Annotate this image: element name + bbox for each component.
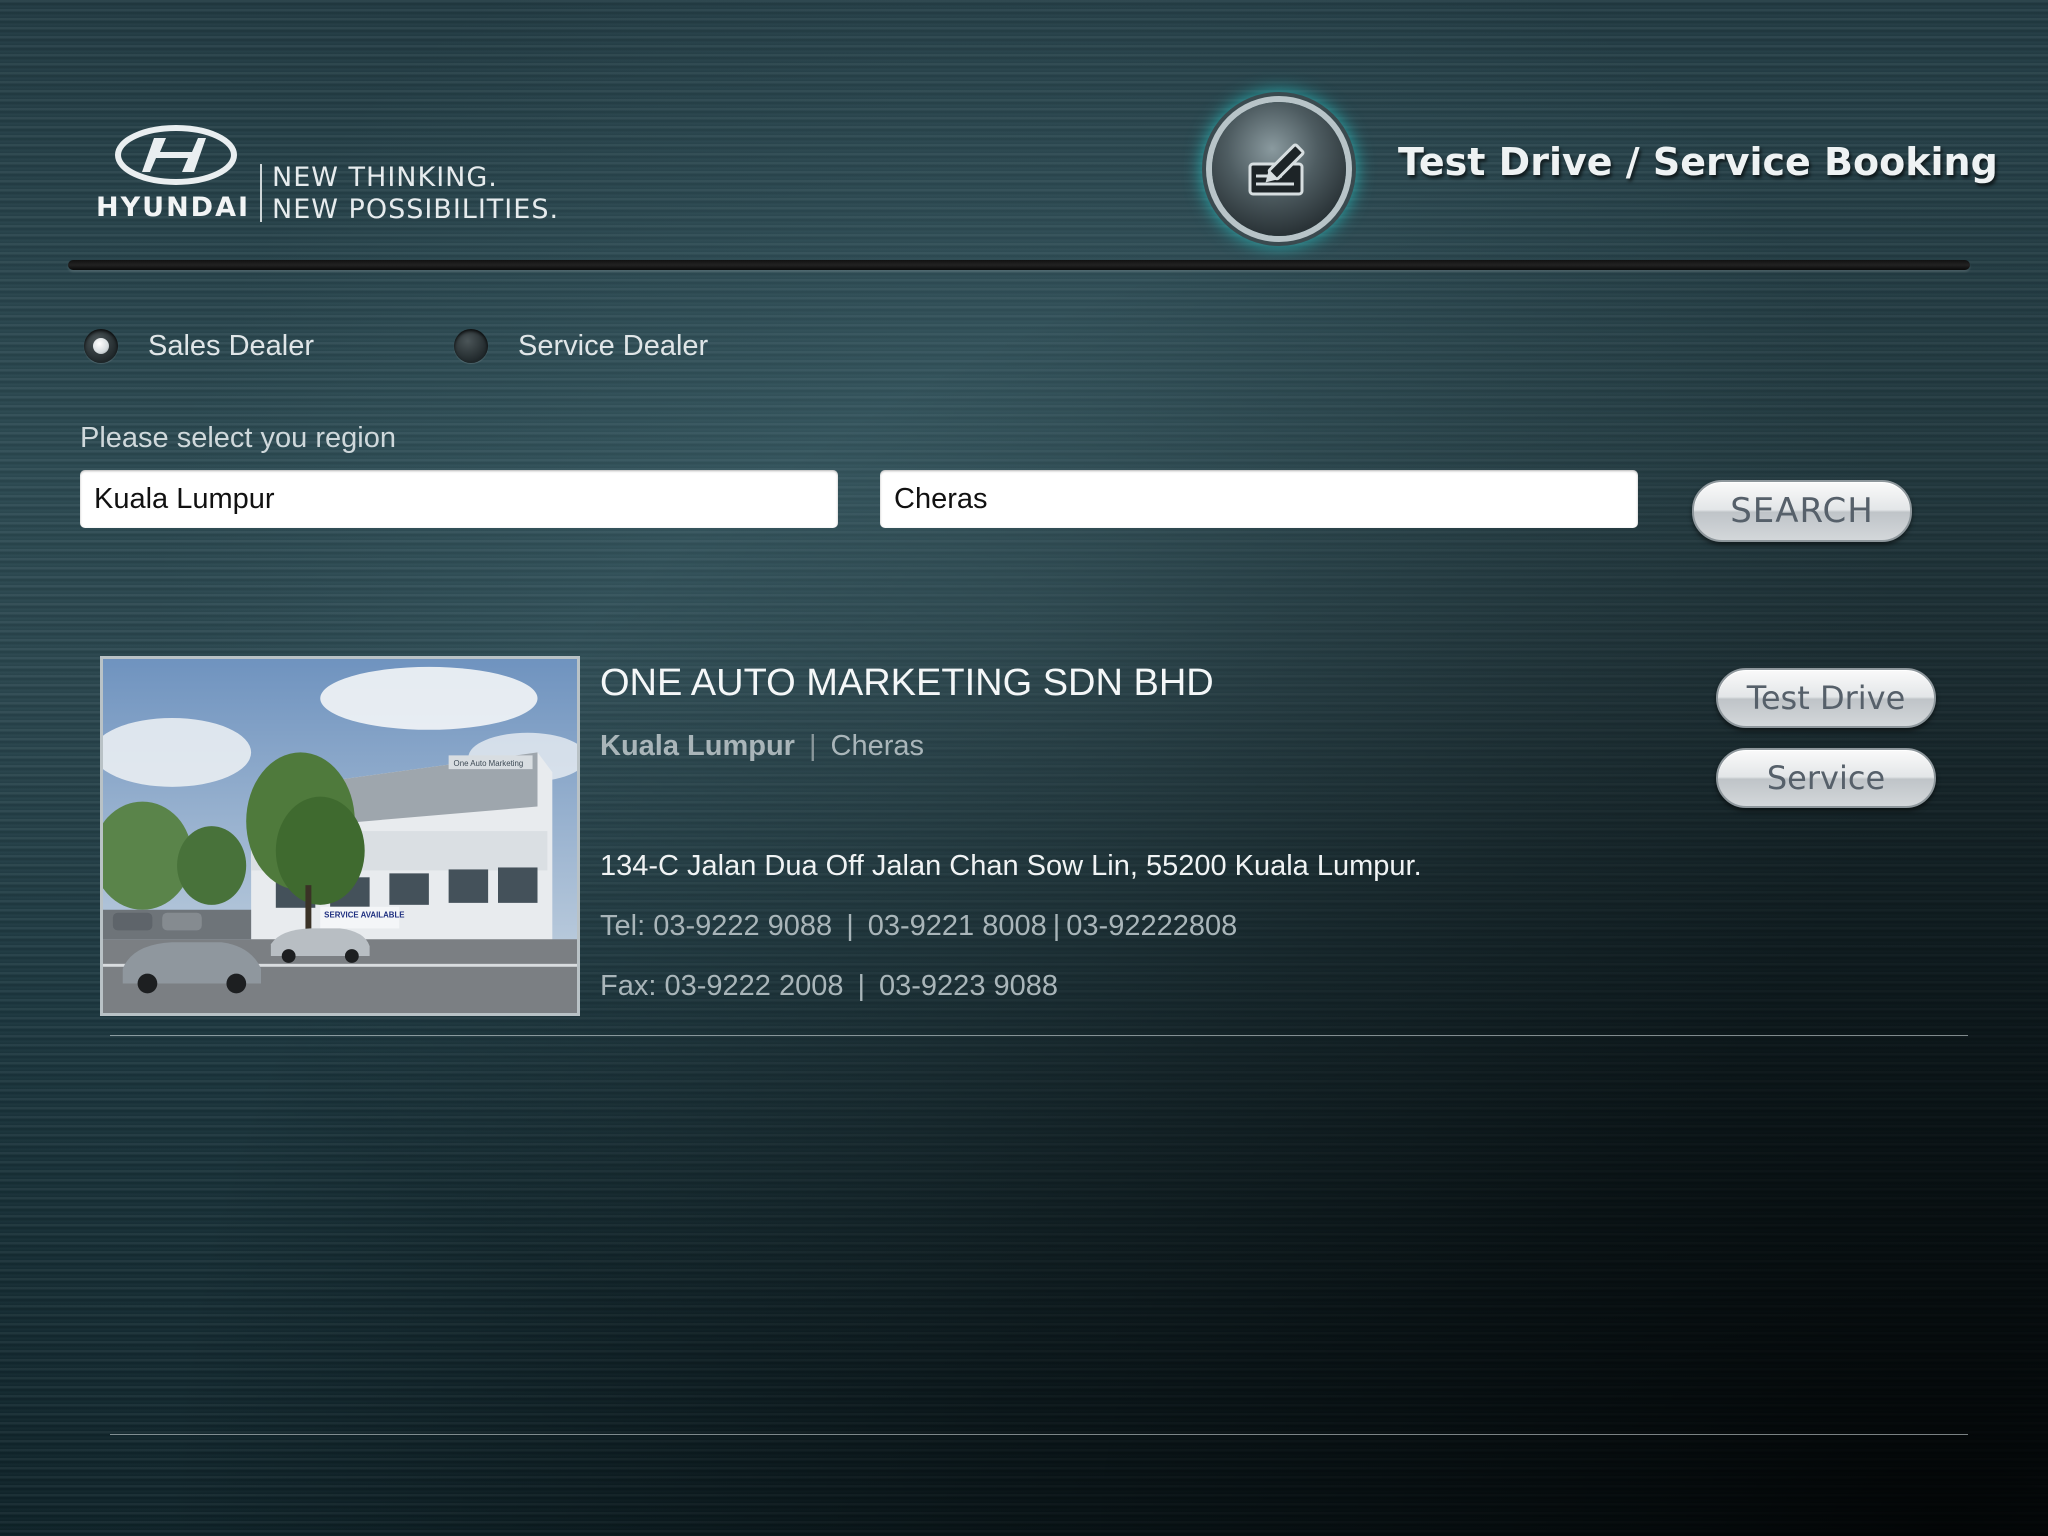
fax-number-2: 03-9223 9088 [879,970,1059,1002]
brand-wordmark: HYUNDAI [96,192,251,223]
radio-unchecked-indicator[interactable] [454,329,488,363]
dealer-location: Kuala Lumpur | Cheras [600,730,924,763]
region-prompt-label: Please select you region [80,422,396,454]
photo-signage-text: One Auto Marketing [454,759,524,768]
pencil-card-icon [1248,143,1305,196]
tel-number-2[interactable]: 03-9221 8008 [868,910,1047,942]
result-divider [110,1434,1968,1435]
result-divider [110,1035,1968,1036]
location-separator: | [808,730,817,762]
tel-number-1[interactable]: 03-9222 9088 [653,910,832,942]
test-drive-button[interactable]: Test Drive [1716,668,1936,728]
dealer-fax: Fax: 03-9222 2008 | 03-9223 9088 [600,970,1058,1003]
tel-number-3[interactable]: 03-92222808 [1066,910,1237,942]
radio-service-dealer[interactable]: Service Dealer [454,324,708,368]
hyundai-logo: HYUNDAI NEW THINKING. NEW POSSIBILITIES. [96,124,566,234]
dealer-area: Cheras [830,730,925,762]
dealer-telephone: Tel: 03-9222 9088 | 03-9221 8008 | 03-922228… [600,910,1237,943]
fax-prefix: Fax: [600,970,665,1002]
tagline-line-2: NEW POSSIBILITIES. [272,194,560,225]
dealer-address: 134-C Jalan Dua Off Jalan Chan Sow Lin, … [600,850,1422,882]
tagline-line-1: NEW THINKING. [272,162,498,193]
logo-divider [260,164,262,222]
photo-banner-text: SERVICE AVAILABLE [324,911,404,920]
header-divider [68,260,1970,270]
search-button[interactable]: SEARCH [1692,480,1912,542]
tel-separator: | [1052,910,1061,942]
fax-separator: | [857,970,866,1002]
tel-separator: | [846,910,854,942]
radio-checked-indicator[interactable] [84,329,118,363]
dealer-photo: One Auto Marketing SERVICE AVAILABLE [100,656,580,1016]
edit-form-icon [1212,102,1346,236]
dealer-name: ONE AUTO MARKETING SDN BHD [600,662,1214,704]
area-field[interactable] [880,470,1638,528]
page-title: Test Drive / Service Booking [1398,140,1998,184]
tel-prefix: Tel: [600,910,654,942]
dealer-state: Kuala Lumpur [600,730,795,762]
radio-sales-dealer[interactable]: Sales Dealer [84,324,314,368]
state-field[interactable] [80,470,838,528]
radio-service-dealer-label: Service Dealer [518,329,709,362]
hyundai-emblem-icon [115,125,237,185]
service-button[interactable]: Service [1716,748,1936,808]
fax-number-1: 03-9222 2008 [664,970,844,1002]
radio-sales-dealer-label: Sales Dealer [148,329,315,362]
dealer-building-image: One Auto Marketing SERVICE AVAILABLE [103,659,577,1013]
